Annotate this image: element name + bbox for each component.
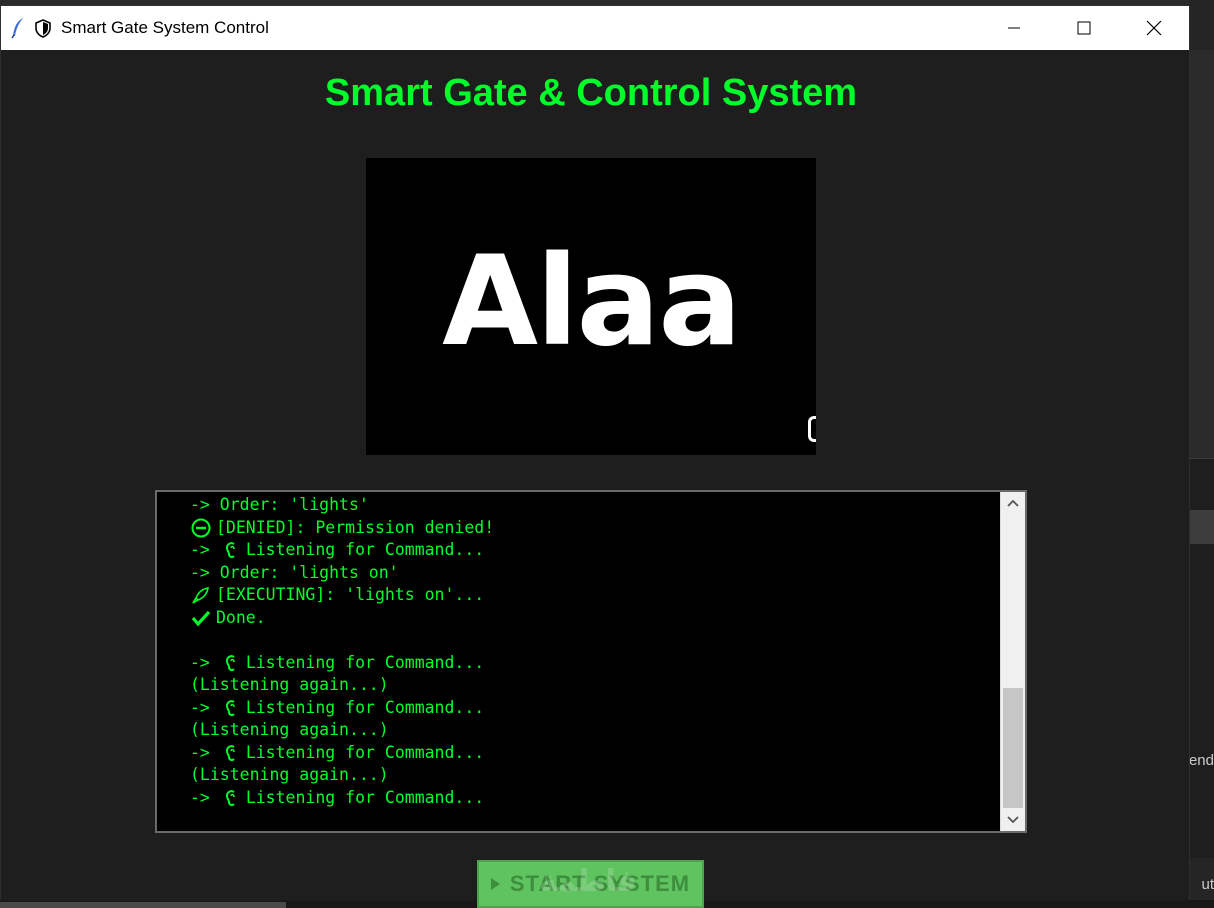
background-right-panel: end ut (1188, 0, 1214, 908)
log-line-text: Listening for Command... (245, 540, 485, 559)
log-line-text: -> Order: 'lights' (190, 495, 369, 514)
scroll-down-button[interactable] (1001, 809, 1025, 831)
log-line: Done. (190, 607, 990, 630)
log-line-text: -> Order: 'lights on' (190, 562, 399, 582)
log-line: [EXECUTING]: 'lights on'... (190, 584, 990, 607)
app-content: Smart Gate & Control System Alaa -> Orde… (1, 50, 1189, 908)
camera-feed-text: Alaa (442, 230, 742, 374)
close-icon (1146, 20, 1162, 36)
log-line-prefix: -> (190, 787, 220, 807)
log-line: (Listening again...) (190, 764, 990, 787)
log-panel[interactable]: -> Order: 'lights' [DENIED]: Permission d… (155, 490, 1027, 833)
background-panel-upper (1190, 50, 1214, 458)
check-icon (190, 608, 212, 628)
log-line: [DENIED]: Permission denied! (190, 517, 990, 540)
window-controls (979, 6, 1189, 50)
log-text-area[interactable]: -> Order: 'lights' [DENIED]: Permission d… (190, 494, 990, 824)
maximize-button[interactable] (1049, 6, 1119, 50)
log-line-prefix: -> (190, 652, 220, 672)
log-line: -> Order: 'lights' (190, 494, 990, 517)
scroll-thumb[interactable] (1003, 688, 1023, 808)
log-line-text: Listening for Command... (245, 652, 485, 672)
log-line-text: [DENIED]: Permission denied! (216, 517, 495, 537)
background-panel-tab (1190, 510, 1214, 544)
log-line-prefix: -> (190, 742, 220, 762)
rocket-icon (190, 585, 212, 605)
log-line: -> Listening for Command... (190, 787, 990, 810)
camera-feed: Alaa (366, 158, 816, 455)
ear-icon (220, 743, 242, 763)
log-line-text: Listening for Command... (245, 697, 485, 717)
maximize-icon (1077, 21, 1091, 35)
log-line-text: [EXECUTING]: 'lights on'... (216, 585, 485, 604)
background-peek-text: ut (1201, 876, 1214, 893)
no-entry-icon (190, 518, 212, 538)
start-system-button[interactable]: START SYSTEM فاطمة (477, 860, 704, 908)
log-line: -> Listening for Command... (190, 742, 990, 765)
camera-corner-mark (808, 416, 816, 442)
play-icon (490, 878, 500, 890)
chevron-up-icon (1007, 499, 1019, 507)
page-title: Smart Gate & Control System (324, 72, 858, 114)
log-line-text: (Listening again...) (190, 720, 389, 739)
title-bar[interactable]: Smart Gate System Control (1, 6, 1189, 50)
chevron-down-icon (1007, 816, 1019, 824)
log-line: -> Listening for Command... (190, 539, 990, 562)
ear-icon (220, 698, 242, 718)
ear-icon (220, 788, 242, 808)
ear-icon (220, 653, 242, 673)
log-scrollbar[interactable] (1000, 492, 1025, 831)
shield-icon (33, 17, 53, 39)
log-line-prefix: -> (190, 697, 220, 717)
log-line-text: Done. (216, 607, 266, 627)
feather-icon (7, 17, 29, 39)
start-button-overlay-text: فاطمة (539, 864, 637, 899)
log-line-prefix: -> (190, 540, 220, 559)
close-button[interactable] (1119, 6, 1189, 50)
background-scroll-thumb (0, 902, 286, 908)
log-line-text: Listening for Command... (245, 742, 485, 762)
log-line-text: (Listening again...) (190, 675, 389, 694)
log-line-text: (Listening again...) (190, 765, 389, 784)
app-window: Smart Gate System Control Smart Gate & C… (0, 5, 1190, 908)
log-line-text: Listening for Command... (245, 787, 485, 807)
minimize-button[interactable] (979, 6, 1049, 50)
log-line: (Listening again...) (190, 719, 990, 742)
window-title: Smart Gate System Control (61, 18, 269, 37)
log-line: (Listening again...) (190, 674, 990, 697)
log-line: -> Listening for Command... (190, 652, 990, 675)
log-line: -> Listening for Command... (190, 697, 990, 720)
background-peek-text: end (1188, 752, 1214, 769)
minimize-icon (1008, 27, 1020, 29)
log-line: -> Order: 'lights on' (190, 562, 990, 585)
scroll-up-button[interactable] (1001, 492, 1025, 514)
ear-icon (220, 540, 242, 560)
